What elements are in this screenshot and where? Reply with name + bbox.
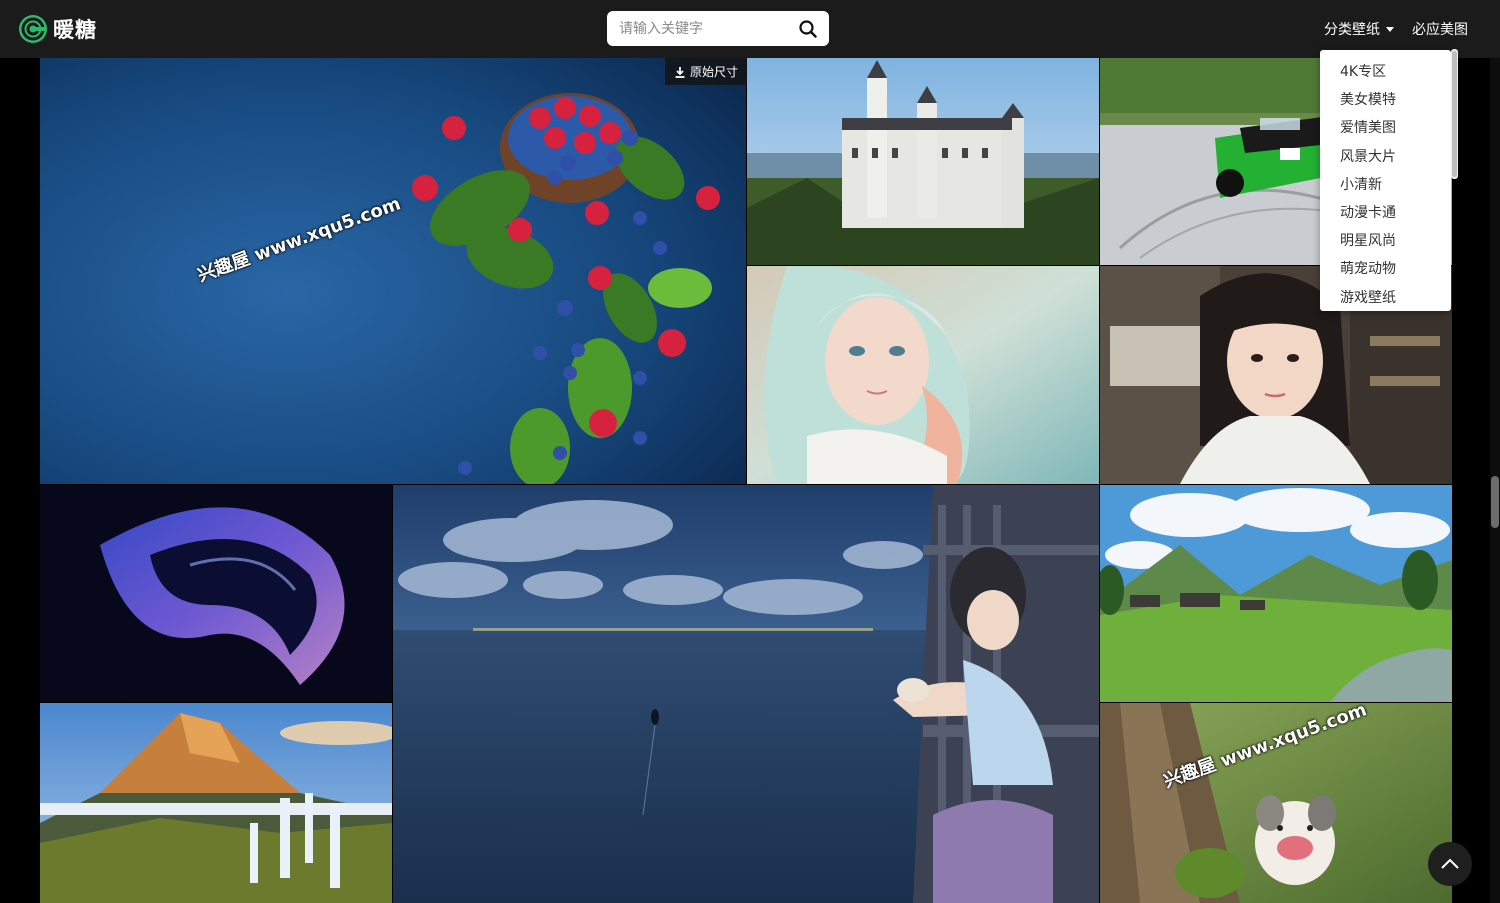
anime-girl-image [747, 266, 1099, 484]
countryside-image [1100, 485, 1452, 702]
wallpaper-mountain-waterfall[interactable] [40, 703, 392, 903]
category-item-anime[interactable]: 动漫卡通 [1320, 199, 1451, 227]
wallpaper-countryside[interactable] [1100, 485, 1452, 702]
berries-image [40, 58, 746, 484]
category-item-pets[interactable]: 萌宠动物 [1320, 255, 1451, 283]
top-navbar: 暖糖 分类壁纸 必应美图 [0, 0, 1500, 58]
category-item-models[interactable]: 美女模特 [1320, 86, 1451, 114]
dropdown-scrollbar[interactable] [1451, 49, 1458, 179]
search-input[interactable] [607, 11, 787, 46]
category-item-fresh[interactable]: 小清新 [1320, 171, 1451, 199]
search-icon [799, 19, 817, 38]
search-box [607, 11, 829, 46]
wallpaper-abstract-swirl[interactable] [40, 485, 392, 702]
download-label: 原始尺寸 [689, 65, 738, 79]
page-scrollbar[interactable] [1490, 58, 1500, 903]
wallpaper-anime-sea[interactable] [393, 485, 1099, 903]
category-item-games[interactable]: 游戏壁纸 [1320, 284, 1451, 312]
castle-image [747, 58, 1099, 265]
nav-categories-label: 分类壁纸 [1324, 22, 1380, 38]
nav-bing-wallpaper[interactable]: 必应美图 [1412, 19, 1468, 39]
logo-text: 暖糖 [53, 18, 97, 42]
download-original-button[interactable]: 原始尺寸 [665, 58, 747, 85]
chevron-up-icon [1441, 858, 1459, 869]
wallpaper-castle[interactable] [747, 58, 1099, 265]
download-icon [675, 66, 685, 78]
anime-sea-image [393, 485, 1099, 903]
mountain-waterfall-image [40, 703, 392, 903]
category-dropdown: 4K专区 美女模特 爱情美图 风景大片 小清新 动漫卡通 明星风尚 萌宠动物 游… [1320, 50, 1451, 311]
back-to-top-button[interactable] [1428, 842, 1472, 886]
wallpaper-berries[interactable] [40, 58, 746, 484]
category-item-stars[interactable]: 明星风尚 [1320, 227, 1451, 255]
site-logo[interactable]: 暖糖 [18, 13, 97, 45]
dropdown-scrollbar-thumb[interactable] [1452, 51, 1457, 177]
nav-categories[interactable]: 分类壁纸 [1324, 19, 1394, 39]
page-scrollbar-thumb[interactable] [1491, 476, 1499, 528]
wallpaper-anime-girl[interactable] [747, 266, 1099, 484]
nav-bing-label: 必应美图 [1412, 22, 1468, 38]
category-item-4k[interactable]: 4K专区 [1320, 58, 1451, 86]
search-button[interactable] [787, 11, 829, 46]
category-item-scenery[interactable]: 风景大片 [1320, 143, 1451, 171]
main-nav: 分类壁纸 必应美图 [1324, 19, 1468, 39]
abstract-swirl-image [40, 485, 392, 702]
category-item-love[interactable]: 爱情美图 [1320, 114, 1451, 142]
spiral-logo-icon [19, 15, 47, 43]
caret-down-icon [1386, 27, 1394, 32]
